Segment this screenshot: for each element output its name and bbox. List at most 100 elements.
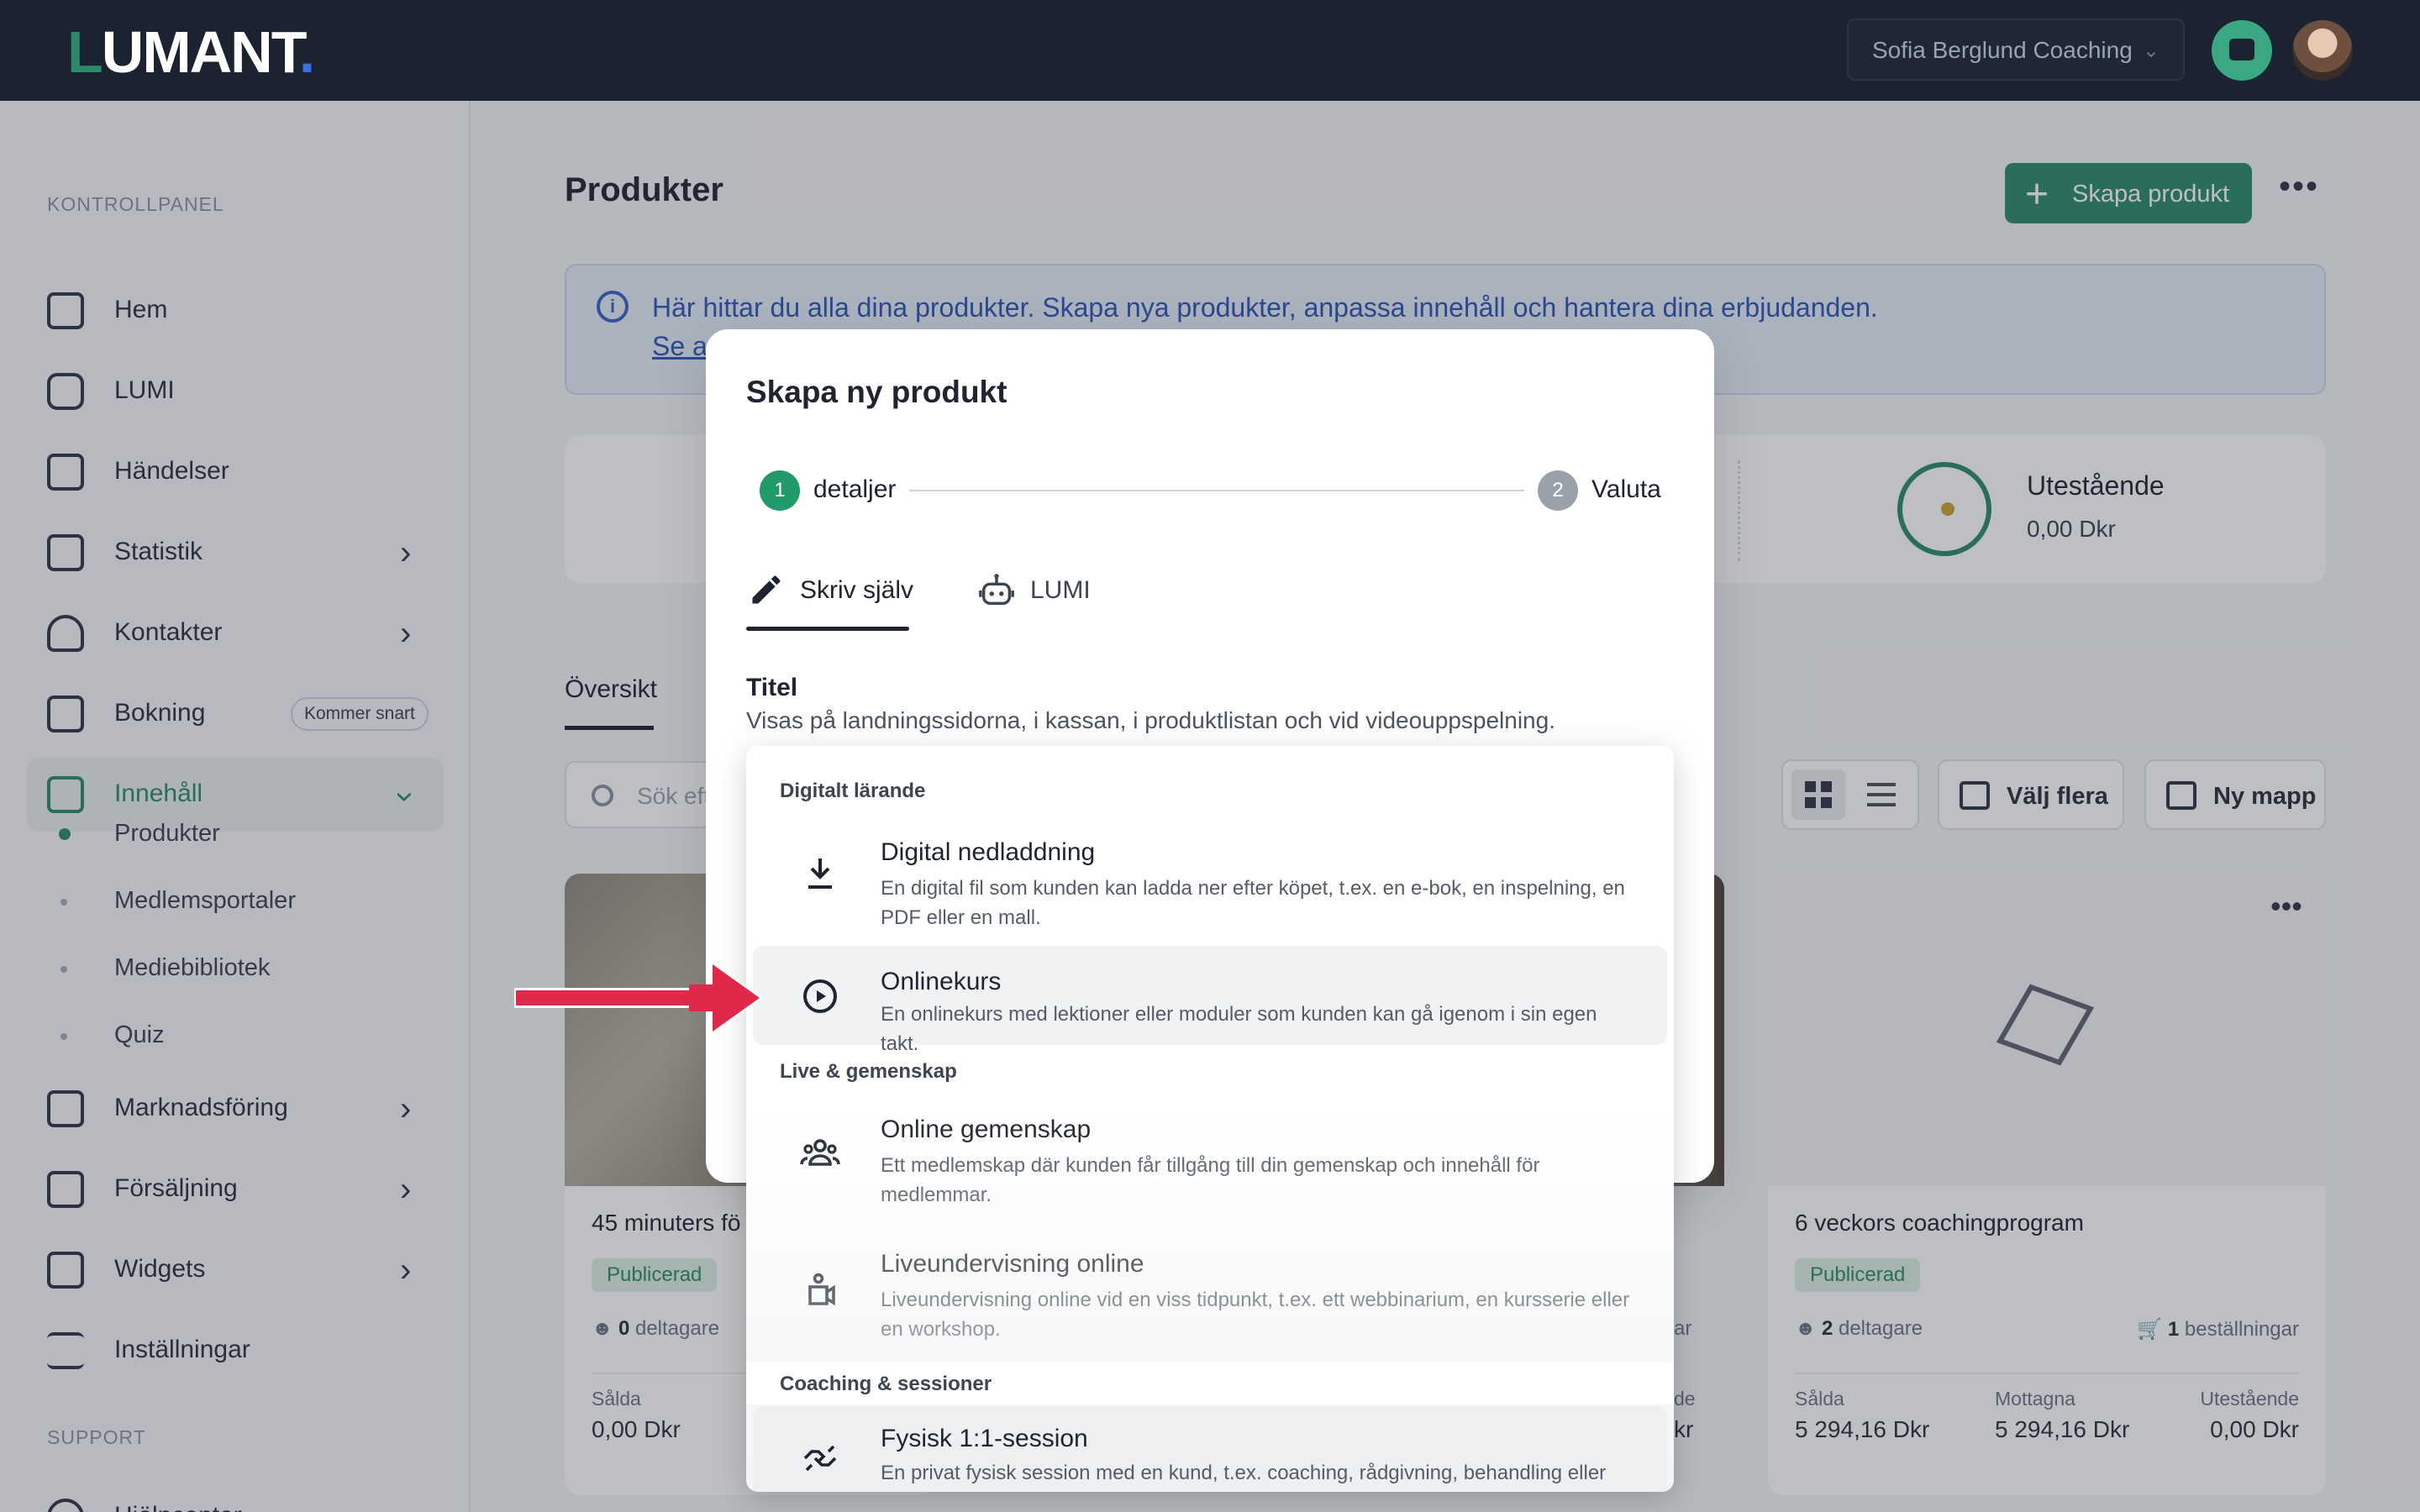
top-bar: LUMANT. Sofia Berglund Coaching ⌄ bbox=[0, 0, 2420, 101]
option-live-teaching[interactable]: Liveundervisning online Liveundervisning… bbox=[753, 1226, 1667, 1354]
sidebar-subitem-mediebibliotek[interactable]: Mediebibliotek bbox=[114, 954, 270, 982]
option-online-community[interactable]: Online gemenskap Ett medlemskap där kund… bbox=[753, 1090, 1667, 1218]
sidebar-subitem-quiz[interactable]: Quiz bbox=[114, 1021, 165, 1049]
chevron-right-icon: › bbox=[400, 615, 412, 652]
participants: ☻ 0 deltagare bbox=[592, 1317, 720, 1340]
product-card[interactable]: ••• 6 veckors coachingprogram Publicerad… bbox=[1768, 874, 2326, 1495]
option-description: Liveundervisning online vid en viss tidp… bbox=[881, 1289, 1630, 1341]
partial-text: kr bbox=[1674, 1416, 1694, 1442]
partial-text: de bbox=[1674, 1388, 1696, 1410]
group-label-live: Live & gemenskap bbox=[780, 1060, 957, 1083]
cart-icon: 🛒 bbox=[2137, 1318, 2163, 1341]
info-link[interactable]: Se a bbox=[652, 331, 708, 362]
sidebar-item-label: Widgets bbox=[114, 1255, 206, 1283]
tab-oversikt[interactable]: Översikt bbox=[565, 675, 657, 704]
sidebar-item-kontakter[interactable]: Kontakter › bbox=[27, 596, 444, 670]
widgets-icon bbox=[47, 1252, 84, 1289]
option-title: Fysisk 1:1-session bbox=[881, 1425, 1088, 1452]
sidebar-subitem-medlemsportaler[interactable]: Medlemsportaler bbox=[114, 887, 296, 915]
sidebar-item-label: Innehåll bbox=[114, 780, 203, 807]
sold-label: Sålda bbox=[592, 1388, 641, 1410]
sidebar-item-label: Bokning bbox=[114, 699, 206, 727]
card-divider bbox=[1795, 1373, 2299, 1374]
option-title: Online gemenskap bbox=[881, 1116, 1092, 1143]
option-online-course[interactable]: Onlinekurs En onlinekurs med lektioner e… bbox=[753, 946, 1667, 1055]
robot-icon bbox=[979, 574, 1014, 606]
robot-icon bbox=[47, 373, 84, 410]
option-digital-download[interactable]: Digital nedladdning En digital fil som k… bbox=[753, 811, 1667, 939]
avatar[interactable] bbox=[2292, 20, 2353, 81]
bullet-dot bbox=[60, 899, 67, 906]
sold-value: 5 294,16 Dkr bbox=[1795, 1416, 1930, 1442]
sidebar: KONTROLLPANEL Hem LUMI Händelser Statist… bbox=[0, 101, 471, 1512]
group-label-coaching: Coaching & sessioner bbox=[780, 1373, 992, 1395]
sidebar-item-lumi[interactable]: LUMI bbox=[27, 354, 444, 428]
calendar-clock-icon bbox=[47, 696, 84, 732]
received-value: 5 294,16 Dkr bbox=[1995, 1416, 2130, 1442]
sidebar-item-widgets[interactable]: Widgets › bbox=[27, 1233, 444, 1307]
plus-icon: + bbox=[2025, 172, 2049, 217]
checklist-icon bbox=[1960, 781, 1990, 810]
stat-value: 0,00 Dkr bbox=[2027, 516, 2116, 542]
create-product-button[interactable]: + Skapa produkt bbox=[2005, 163, 2252, 223]
sidebar-item-handelser[interactable]: Händelser bbox=[27, 435, 444, 509]
sidebar-item-innehall[interactable]: Innehåll › bbox=[27, 758, 444, 832]
new-folder-button[interactable]: Ny mapp bbox=[2144, 759, 2326, 830]
stats-divider bbox=[1738, 460, 1740, 561]
sidebar-item-installningar[interactable]: Inställningar bbox=[27, 1314, 444, 1388]
chat-icon[interactable] bbox=[2212, 20, 2272, 81]
sidebar-item-label: Händelser bbox=[114, 457, 229, 485]
sidebar-item-marknadsforing[interactable]: Marknadsföring › bbox=[27, 1072, 444, 1146]
sidebar-item-label: Inställningar bbox=[114, 1336, 250, 1363]
option-description: En digital fil som kunden kan ladda ner … bbox=[881, 877, 1625, 929]
stat-label: Utestående bbox=[2027, 470, 2165, 501]
tab-lumi[interactable]: LUMI bbox=[1030, 576, 1091, 605]
step-2-label: Valuta bbox=[1591, 475, 1661, 503]
option-title: Liveundervisning online bbox=[881, 1250, 1144, 1278]
info-icon: i bbox=[597, 291, 629, 323]
sidebar-section-label: KONTROLLPANEL bbox=[47, 193, 224, 215]
chevron-down-icon: ⌄ bbox=[2142, 39, 2160, 62]
organization-name: Sofia Berglund Coaching bbox=[1872, 37, 2133, 63]
grid-view-icon[interactable] bbox=[1791, 769, 1845, 820]
tab-write-yourself[interactable]: Skriv själv bbox=[800, 576, 913, 605]
outstanding-icon bbox=[1897, 462, 1991, 556]
sidebar-item-label: LUMI bbox=[114, 376, 175, 404]
coming-soon-badge: Kommer snart bbox=[291, 697, 429, 731]
sidebar-item-bokning[interactable]: Bokning Kommer snart bbox=[27, 677, 444, 751]
monitor-icon bbox=[47, 292, 84, 329]
sidebar-item-label: Hjälpcenter bbox=[114, 1502, 242, 1512]
package-icon bbox=[1996, 984, 2095, 1066]
sidebar-item-statistik[interactable]: Statistik › bbox=[27, 516, 444, 590]
sidebar-item-hem[interactable]: Hem bbox=[27, 274, 444, 348]
organization-select[interactable]: Sofia Berglund Coaching ⌄ bbox=[1847, 18, 2185, 81]
sold-value: 0,00 Dkr bbox=[592, 1416, 681, 1442]
sidebar-subitem-produkter[interactable]: Produkter bbox=[114, 820, 220, 848]
participants-icon: ☻ bbox=[1795, 1317, 1817, 1340]
step-2-indicator: 2 bbox=[1538, 470, 1578, 511]
sidebar-item-hjalpcenter[interactable]: Hjälpcenter bbox=[27, 1480, 444, 1512]
help-icon bbox=[47, 1499, 84, 1512]
product-title: 45 minuters fö bbox=[592, 1210, 741, 1236]
status-badge: Publicerad bbox=[592, 1258, 718, 1292]
chevron-right-icon: › bbox=[400, 534, 412, 571]
option-physical-session[interactable]: Fysisk 1:1-session En privat fysisk sess… bbox=[753, 1406, 1667, 1492]
more-options-icon[interactable]: ••• bbox=[2279, 168, 2319, 206]
tab-active-indicator bbox=[565, 726, 654, 730]
pencil-icon bbox=[752, 575, 781, 604]
card-options-icon[interactable]: ••• bbox=[2270, 889, 2302, 924]
cash-icon bbox=[47, 1171, 84, 1208]
option-description: Ett medlemskap där kunden får tillgång t… bbox=[881, 1154, 1540, 1206]
annotation-arrow-icon bbox=[514, 961, 763, 1035]
list-view-icon[interactable] bbox=[1867, 783, 1896, 806]
select-multiple-button[interactable]: Välj flera bbox=[1938, 759, 2124, 830]
calendar-star-icon bbox=[47, 454, 84, 491]
title-field-help: Visas på landningssidorna, i kassan, i p… bbox=[746, 707, 1555, 733]
sidebar-item-forsaljning[interactable]: Försäljning › bbox=[27, 1152, 444, 1226]
sidebar-section-label: SUPPORT bbox=[47, 1426, 146, 1448]
sidebar-item-label: Statistik bbox=[114, 538, 203, 565]
create-product-label: Skapa produkt bbox=[2072, 181, 2230, 207]
bullet-dot bbox=[60, 1033, 67, 1040]
option-description: En onlinekurs med lektioner eller module… bbox=[881, 1003, 1597, 1055]
lumant-logo[interactable]: LUMANT. bbox=[67, 18, 315, 86]
